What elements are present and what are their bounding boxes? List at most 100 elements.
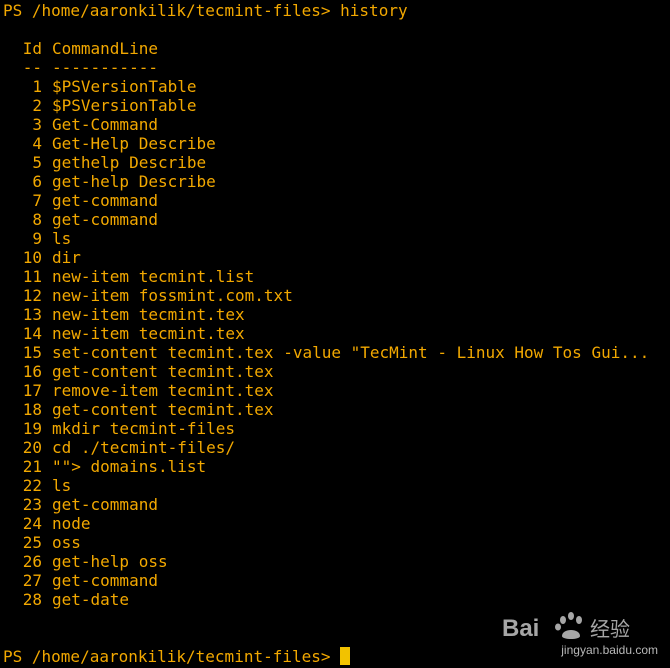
history-row: 16 get-content tecmint.tex xyxy=(3,362,670,381)
history-command: gethelp Describe xyxy=(52,153,207,172)
history-row: 4 Get-Help Describe xyxy=(3,134,670,153)
history-row: 25 oss xyxy=(3,533,670,552)
history-id: 14 xyxy=(22,324,42,343)
history-id: 1 xyxy=(32,77,42,96)
history-row: 21 ""> domains.list xyxy=(3,457,670,476)
history-row: 22 ls xyxy=(3,476,670,495)
history-id: 21 xyxy=(22,457,42,476)
history-command: get-content tecmint.tex xyxy=(52,400,274,419)
history-command: get-command xyxy=(52,210,158,229)
history-command: get-command xyxy=(52,191,158,210)
history-id: 24 xyxy=(22,514,42,533)
history-row: 11 new-item tecmint.list xyxy=(3,267,670,286)
header-commandline: CommandLine xyxy=(52,39,158,58)
history-id: 11 xyxy=(22,267,42,286)
history-id: 20 xyxy=(22,438,42,457)
history-row: 24 node xyxy=(3,514,670,533)
history-command: mkdir tecmint-files xyxy=(52,419,236,438)
text-cursor xyxy=(340,647,351,665)
history-header-row: Id CommandLine xyxy=(3,39,670,58)
history-row: 7 get-command xyxy=(3,191,670,210)
history-command: get-command xyxy=(52,495,158,514)
history-command: node xyxy=(52,514,91,533)
history-command: ls xyxy=(52,229,72,248)
history-command: ls xyxy=(52,476,72,495)
watermark-url: jingyan.baidu.com xyxy=(561,643,658,657)
history-row: 15 set-content tecmint.tex -value "TecMin… xyxy=(3,343,670,362)
entered-command: history xyxy=(340,1,408,20)
active-prompt-text: PS /home/aaronkilik/tecmint-files> xyxy=(3,647,341,666)
history-command: Get-Command xyxy=(52,115,158,134)
history-row: 6 get-help Describe xyxy=(3,172,670,191)
history-row: 3 Get-Command xyxy=(3,115,670,134)
history-id: 22 xyxy=(22,476,42,495)
history-id: 15 xyxy=(22,343,42,362)
baidu-watermark: Bai 经验 jingyan.baidu.com xyxy=(500,600,660,660)
history-row: 26 get-help oss xyxy=(3,552,670,571)
history-id: 16 xyxy=(22,362,42,381)
history-row: 14 new-item tecmint.tex xyxy=(3,324,670,343)
history-command: Get-Help Describe xyxy=(52,134,216,153)
history-command: $PSVersionTable xyxy=(52,77,197,96)
history-command: get-content tecmint.tex xyxy=(52,362,274,381)
history-id: 13 xyxy=(22,305,42,324)
history-command: $PSVersionTable xyxy=(52,96,197,115)
history-command: cd ./tecmint-files/ xyxy=(52,438,236,457)
history-id: 2 xyxy=(32,96,42,115)
watermark-suffix: 经验 xyxy=(590,617,630,641)
history-row: 20 cd ./tecmint-files/ xyxy=(3,438,670,457)
history-row: 18 get-content tecmint.tex xyxy=(3,400,670,419)
history-command: new-item tecmint.list xyxy=(52,267,255,286)
history-row: 9 ls xyxy=(3,229,670,248)
history-command: new-item fossmint.com.txt xyxy=(52,286,293,305)
history-id: 26 xyxy=(22,552,42,571)
history-id: 9 xyxy=(32,229,42,248)
history-id: 5 xyxy=(32,153,42,172)
history-row: 12 new-item fossmint.com.txt xyxy=(3,286,670,305)
history-id: 7 xyxy=(32,191,42,210)
history-id: 6 xyxy=(32,172,42,191)
history-row: 13 new-item tecmint.tex xyxy=(3,305,670,324)
history-separator-row: -- ----------- xyxy=(3,58,670,77)
history-command: get-command xyxy=(52,571,158,590)
history-row: 19 mkdir tecmint-files xyxy=(3,419,670,438)
history-row: 5 gethelp Describe xyxy=(3,153,670,172)
separator-id: -- xyxy=(22,58,42,77)
prompt-text: PS /home/aaronkilik/tecmint-files> xyxy=(3,1,341,20)
history-command: dir xyxy=(52,248,81,267)
history-row: 10 dir xyxy=(3,248,670,267)
history-command: set-content tecmint.tex -value "TecMint … xyxy=(52,343,650,362)
history-id: 18 xyxy=(22,400,42,419)
history-id: 23 xyxy=(22,495,42,514)
history-id: 8 xyxy=(32,210,42,229)
history-id: 4 xyxy=(32,134,42,153)
history-id: 27 xyxy=(22,571,42,590)
history-id: 12 xyxy=(22,286,42,305)
history-command: new-item tecmint.tex xyxy=(52,305,245,324)
history-command: new-item tecmint.tex xyxy=(52,324,245,343)
history-row: 17 remove-item tecmint.tex xyxy=(3,381,670,400)
history-command: get-date xyxy=(52,590,130,609)
active-prompt-line[interactable]: PS /home/aaronkilik/tecmint-files> xyxy=(3,647,351,666)
history-id: 28 xyxy=(22,590,42,609)
history-id: 25 xyxy=(22,533,42,552)
history-command: get-help Describe xyxy=(52,172,216,191)
history-row: 27 get-command xyxy=(3,571,670,590)
history-row: 2 $PSVersionTable xyxy=(3,96,670,115)
watermark-brand: Bai xyxy=(502,615,539,642)
history-id: 3 xyxy=(32,115,42,134)
terminal-window[interactable]: PS /home/aaronkilik/tecmint-files> histo… xyxy=(3,1,670,668)
command-prompt-line: PS /home/aaronkilik/tecmint-files> histo… xyxy=(3,1,670,20)
history-row: 1 $PSVersionTable xyxy=(3,77,670,96)
history-row: 8 get-command xyxy=(3,210,670,229)
history-command: remove-item tecmint.tex xyxy=(52,381,274,400)
history-command: oss xyxy=(52,533,81,552)
header-id: Id xyxy=(22,39,42,58)
separator-commandline: ----------- xyxy=(52,58,158,77)
history-id: 10 xyxy=(22,248,42,267)
history-command: get-help oss xyxy=(52,552,168,571)
history-list: 1 $PSVersionTable 2 $PSVersionTable 3 Get-Com… xyxy=(3,77,670,609)
history-command: ""> domains.list xyxy=(52,457,207,476)
history-row: 23 get-command xyxy=(3,495,670,514)
